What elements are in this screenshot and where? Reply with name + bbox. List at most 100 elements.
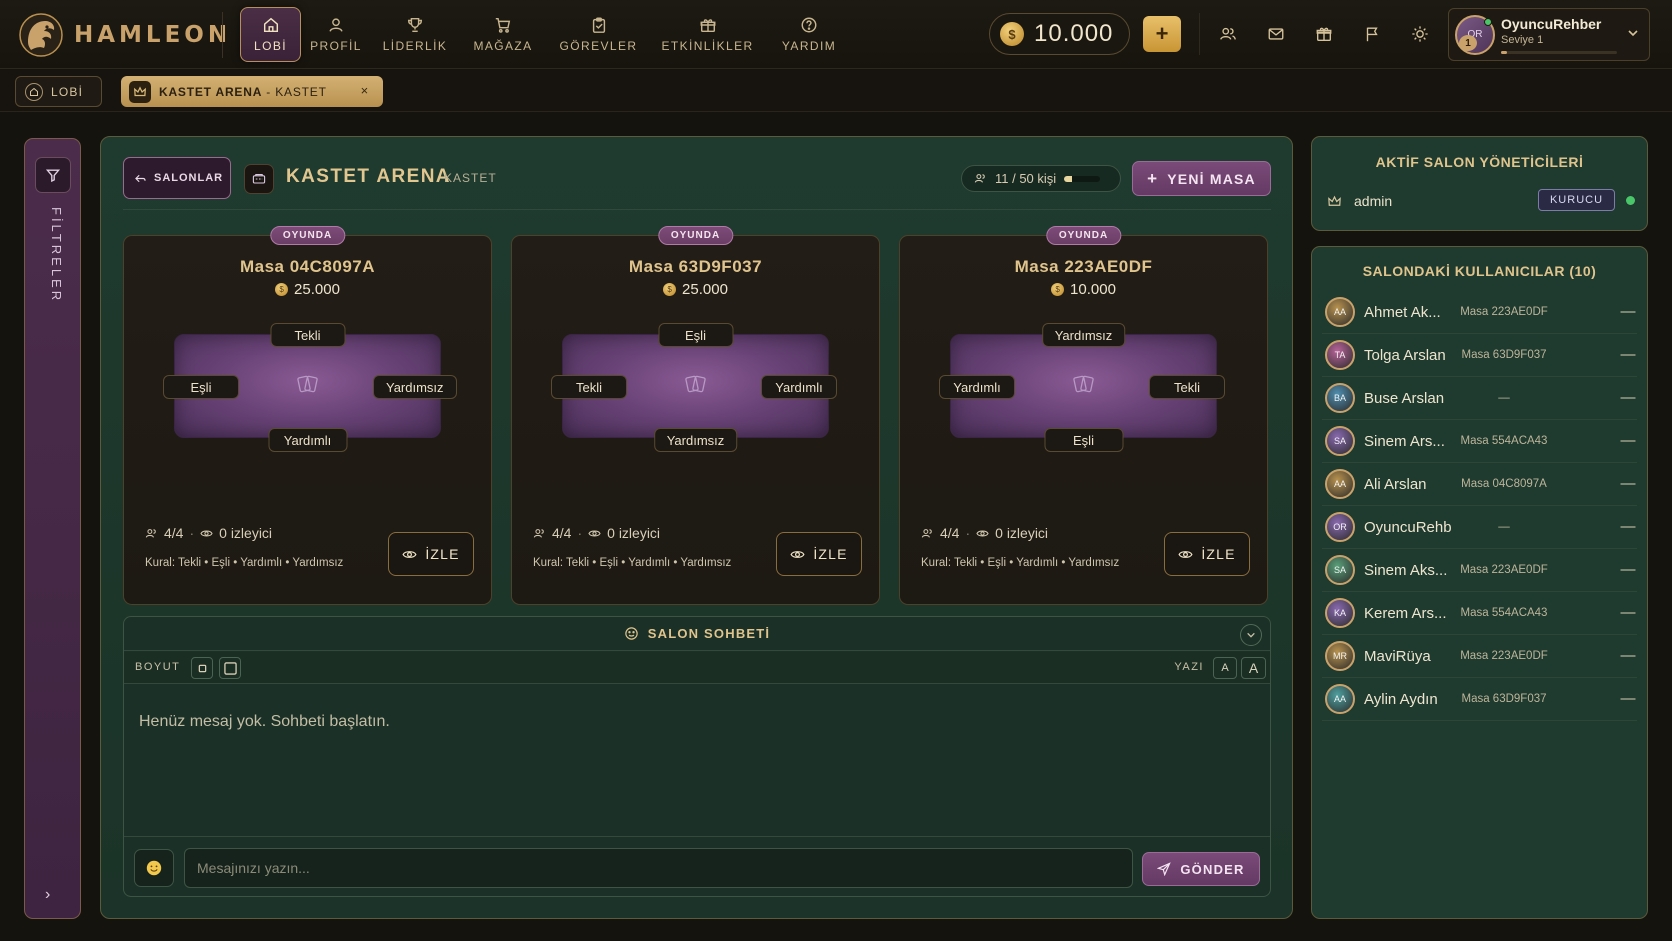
table-name: Masa 63D9F037 xyxy=(628,257,763,276)
user-row[interactable]: BA Buse Arslan — — xyxy=(1322,377,1637,420)
nav-label: LİDERLİK xyxy=(382,39,448,53)
watch-label: İZLE xyxy=(813,546,848,562)
user-table: — xyxy=(1498,392,1510,404)
table-bet: $ 10.000 xyxy=(900,281,1267,298)
seat-left: Tekli xyxy=(551,375,627,399)
table-rules: Kural: Tekli • Eşli • Yardımlı • Yardıms… xyxy=(921,557,1120,569)
nav-item-magaza[interactable]: MAĞAZA xyxy=(459,7,547,62)
user-row[interactable]: OR OyuncuRehber — — xyxy=(1322,506,1637,549)
coin-icon: $ xyxy=(1051,283,1065,296)
user-row[interactable]: MR MaviRüya Masa 223AE0DF — xyxy=(1322,635,1637,678)
watch-table-button[interactable]: İZLE xyxy=(776,532,862,576)
user-action-button[interactable]: — xyxy=(1619,561,1637,578)
send-message-button[interactable]: GÖNDER xyxy=(1142,852,1260,886)
square-small-icon xyxy=(198,664,206,672)
admin-row[interactable]: admin KURUCU xyxy=(1327,189,1635,213)
users-icon xyxy=(145,528,156,538)
user-row[interactable]: TA Tolga Arslan Masa 63D9F037 — xyxy=(1322,334,1637,377)
tab-kastet-arena[interactable]: KASTET ARENA - KASTET × xyxy=(121,76,383,107)
user-row[interactable]: SA Sinem Aks... Masa 223AE0DF — xyxy=(1322,549,1637,592)
user-avatar: SA xyxy=(1325,555,1355,585)
seat-right: Yardımsız xyxy=(373,375,457,399)
chat-message-input[interactable] xyxy=(184,848,1133,888)
user-row[interactable]: KA Kerem Ars... Masa 554ACA43 — xyxy=(1322,592,1637,635)
user-row[interactable]: SA Sinem Ars... Masa 554ACA43 — xyxy=(1322,420,1637,463)
nav-item-yardim[interactable]: YARDIM xyxy=(765,7,853,62)
user-menu[interactable]: OR 1 OyuncuRehber Seviye 1 xyxy=(1448,8,1650,61)
report-button[interactable] xyxy=(1348,13,1396,55)
theme-toggle-button[interactable] xyxy=(1396,13,1444,55)
users-icon xyxy=(533,528,544,538)
playing-cards-icon xyxy=(685,375,706,393)
user-action-button[interactable]: — xyxy=(1619,303,1637,320)
salon-title: KASTET ARENA xyxy=(286,166,451,187)
user-table: Masa 223AE0DF xyxy=(1460,650,1548,662)
emoji-button[interactable] xyxy=(134,849,174,887)
friends-button[interactable] xyxy=(1204,13,1252,55)
watch-label: İZLE xyxy=(425,546,460,562)
playing-cards-icon xyxy=(297,375,318,393)
user-action-button[interactable]: — xyxy=(1619,432,1637,449)
user-row[interactable]: AA Ali Arslan Masa 04C8097A — xyxy=(1322,463,1637,506)
user-name: OyuncuRehber xyxy=(1501,16,1602,32)
user-action-button[interactable]: — xyxy=(1619,518,1637,535)
close-tab-button[interactable]: × xyxy=(361,83,369,98)
user-action-button[interactable]: — xyxy=(1619,604,1637,621)
brand-logo[interactable]: HAMLEON xyxy=(18,12,231,58)
user-avatar: BA xyxy=(1325,383,1355,413)
user-name: Kerem Ars... xyxy=(1364,605,1447,622)
back-label: SALONLAR xyxy=(154,172,224,184)
player-count: 4/4 xyxy=(164,525,184,541)
watch-table-button[interactable]: İZLE xyxy=(1164,532,1250,576)
table-status-badge: OYUNDA xyxy=(1045,226,1122,245)
eye-icon xyxy=(790,550,805,558)
xp-progress-bar xyxy=(1501,51,1617,54)
user-action-button[interactable]: — xyxy=(1619,690,1637,707)
font-small-button[interactable]: A xyxy=(1213,657,1237,679)
new-table-button[interactable]: + YENİ MASA xyxy=(1132,161,1271,196)
chevron-down-icon xyxy=(1628,30,1638,37)
user-table: Masa 554ACA43 xyxy=(1460,435,1548,447)
lion-logo-icon xyxy=(19,13,63,57)
user-icon xyxy=(329,18,343,32)
watch-table-button[interactable]: İZLE xyxy=(388,532,474,576)
filter-button[interactable] xyxy=(35,157,71,193)
player-count: 4/4 xyxy=(552,525,572,541)
gifts-button[interactable] xyxy=(1300,13,1348,55)
send-icon xyxy=(1157,862,1172,876)
spectator-count: 0 izleyici xyxy=(219,525,273,541)
coin-icon: $ xyxy=(275,283,289,296)
send-label: GÖNDER xyxy=(1180,861,1245,877)
nav-item-etkinlikler[interactable]: ETKİNLİKLER xyxy=(650,7,765,62)
filters-label: FİLTRELER xyxy=(49,207,64,304)
user-action-button[interactable]: — xyxy=(1619,389,1637,406)
emoji-icon xyxy=(146,860,162,876)
chat-size-large-button[interactable] xyxy=(219,657,241,679)
coin-balance[interactable]: $ 10.000 xyxy=(989,13,1130,55)
user-name: Sinem Aks... xyxy=(1364,562,1448,579)
nav-item-liderlik[interactable]: LİDERLİK xyxy=(371,7,459,62)
nav-item-lobi[interactable]: LOBİ xyxy=(240,7,301,62)
font-large-button[interactable]: A xyxy=(1241,657,1266,679)
seat-right: Tekli xyxy=(1149,375,1225,399)
nav-item-profil[interactable]: PROFİL xyxy=(301,7,371,62)
chat-header: SALON SOHBETİ xyxy=(124,617,1270,651)
user-name: Ali Arslan xyxy=(1364,476,1427,493)
tab-lobi[interactable]: LOBİ xyxy=(15,76,102,107)
user-action-button[interactable]: — xyxy=(1619,475,1637,492)
add-coins-button[interactable]: + xyxy=(1143,16,1181,52)
role-badge: KURUCU xyxy=(1538,189,1615,211)
nav-item-gorevler[interactable]: GÖREVLER xyxy=(547,7,650,62)
nav-divider xyxy=(222,12,223,58)
user-action-button[interactable]: — xyxy=(1619,346,1637,363)
user-action-button[interactable]: — xyxy=(1619,647,1637,664)
back-to-salons-button[interactable]: SALONLAR xyxy=(123,157,231,199)
chat-empty-message: Henüz mesaj yok. Sohbeti başlatın. xyxy=(139,713,390,730)
user-row[interactable]: AA Ahmet Ak... Masa 223AE0DF — xyxy=(1322,291,1637,334)
collapse-chat-button[interactable] xyxy=(1240,624,1262,646)
expand-filters-button[interactable]: › xyxy=(45,886,50,904)
user-row[interactable]: AA Aylin Aydın Masa 63D9F037 — xyxy=(1322,678,1637,721)
messages-button[interactable] xyxy=(1252,13,1300,55)
home-icon xyxy=(25,82,43,101)
chat-size-small-button[interactable] xyxy=(191,657,213,679)
